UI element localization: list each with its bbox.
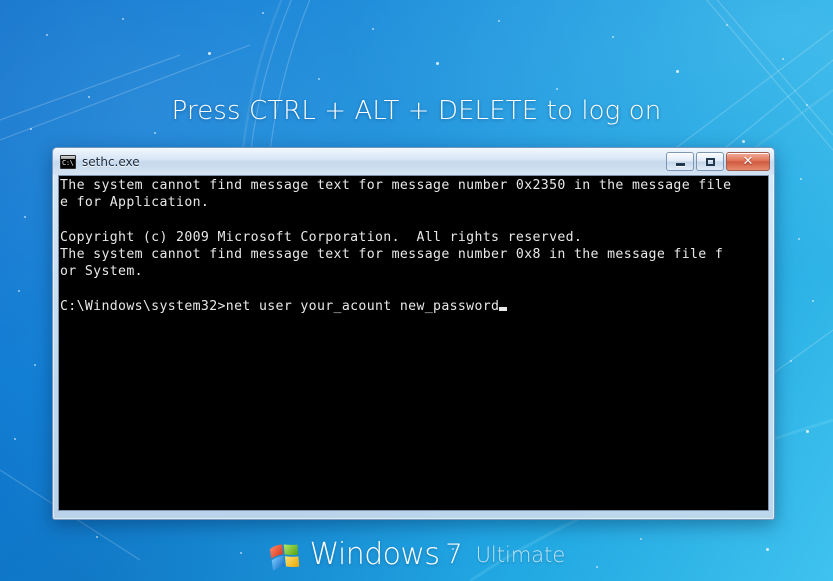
window-titlebar[interactable]: C:\ sethc.exe ✕ xyxy=(53,148,774,175)
branding: Windows 7 Ultimate xyxy=(0,539,833,571)
console-line: e for Application. xyxy=(60,195,210,211)
console-line: The system cannot find message text for … xyxy=(60,178,732,193)
logon-prompt-text: Press CTRL + ALT + DELETE to log on xyxy=(171,96,662,126)
brand-edition: Ultimate xyxy=(475,543,566,567)
window-title: sethc.exe xyxy=(82,154,140,169)
console-line: or System. xyxy=(60,264,143,280)
window-controls: ✕ xyxy=(666,152,770,171)
close-icon: ✕ xyxy=(742,154,754,169)
brand-product-name: Windows xyxy=(309,537,440,572)
logon-screen: Press CTRL + ALT + DELETE to log on C:\ … xyxy=(0,0,833,581)
close-button[interactable]: ✕ xyxy=(726,152,770,171)
brand-version: 7 xyxy=(445,539,463,570)
maximize-button[interactable] xyxy=(696,152,724,171)
windows-flag-logo xyxy=(268,541,302,571)
minimize-icon xyxy=(675,163,685,166)
console-command-text: C:\Windows\system32>net user your_acount… xyxy=(60,299,500,315)
console-text: The system cannot find message text for … xyxy=(59,176,768,315)
console-prompt-line: C:\Windows\system32>net user your_acount… xyxy=(60,298,768,315)
console-window[interactable]: C:\ sethc.exe ✕ The system cannot find m… xyxy=(52,147,775,520)
console-line: The system cannot find message text for … xyxy=(60,247,724,263)
console-output-area[interactable]: The system cannot find message text for … xyxy=(58,175,769,511)
text-cursor-icon xyxy=(499,307,508,312)
minimize-button[interactable] xyxy=(666,152,694,171)
command-prompt-icon: C:\ xyxy=(60,154,76,169)
maximize-icon xyxy=(705,157,715,166)
console-line: Copyright (c) 2009 Microsoft Corporation… xyxy=(60,229,583,245)
